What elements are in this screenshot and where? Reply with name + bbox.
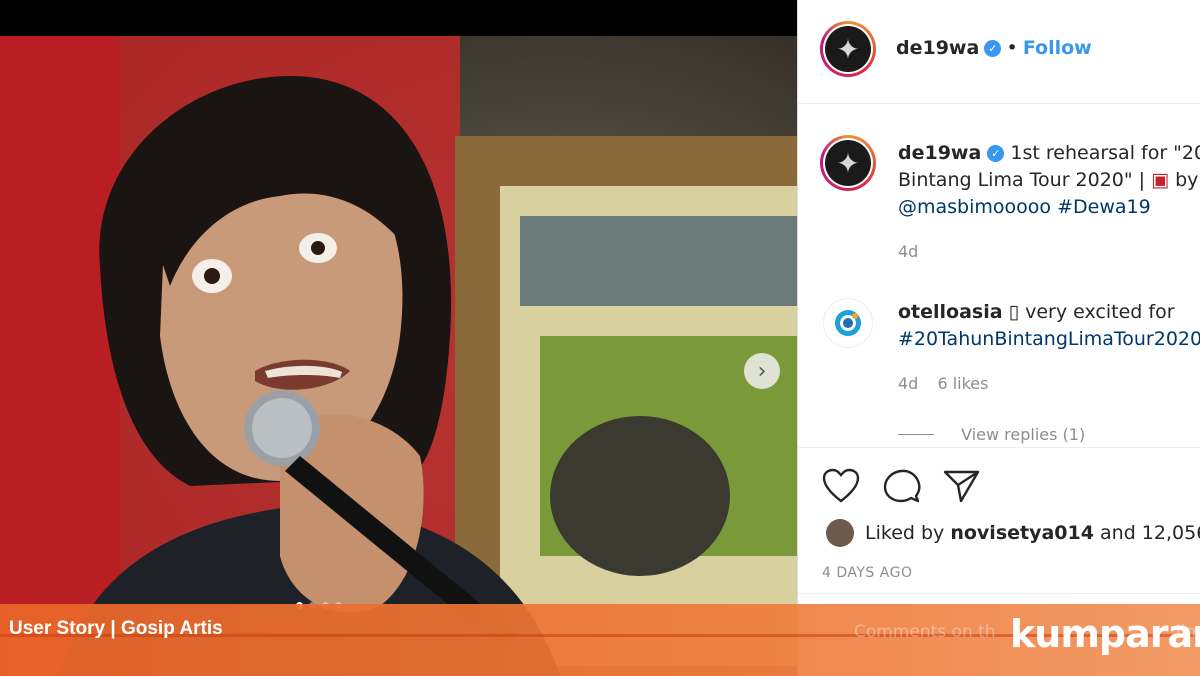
- author-username[interactable]: de19wa: [896, 37, 979, 59]
- star-logo-icon: ✦: [825, 26, 871, 72]
- chevron-right-icon: ›: [757, 358, 767, 384]
- heart-icon: [822, 468, 860, 503]
- post-photo[interactable]: ›: [0, 36, 797, 676]
- caption-mention[interactable]: @masbimooooo: [898, 196, 1051, 218]
- comment-placeholder-tail: lim: [1176, 622, 1200, 642]
- replies-divider: [898, 434, 934, 435]
- liked-by-user[interactable]: novisetya014: [950, 522, 1094, 544]
- caption-text-line1: 1st rehearsal for "20 T: [1010, 142, 1200, 164]
- liker-avatar[interactable]: [826, 519, 854, 547]
- singer-photo-illustration: [0, 36, 797, 676]
- commenter-avatar[interactable]: [823, 298, 873, 348]
- comment-button[interactable]: [883, 468, 921, 508]
- comment-placeholder-text: Comments on th: [854, 622, 996, 642]
- post-side-panel: ✦ de19wa ✓ • Follow ✦ de19wa ✓ 1st rehea…: [797, 0, 1200, 676]
- caption-by: by: [1175, 169, 1199, 191]
- like-button[interactable]: [822, 468, 860, 508]
- liked-by-prefix: Liked by: [865, 522, 945, 544]
- comment-hashtag[interactable]: #20TahunBintangLimaTour2020: [898, 328, 1200, 350]
- banner-title[interactable]: User Story | Gosip Artis: [9, 618, 223, 640]
- site-banner: User Story | Gosip Artis kumparan: [0, 604, 1200, 676]
- caption-hashtag[interactable]: #Dewa19: [1057, 196, 1151, 218]
- star-logo-icon: ✦: [825, 140, 871, 186]
- post-header: ✦ de19wa ✓ • Follow: [798, 0, 1200, 104]
- author-avatar[interactable]: ✦: [820, 21, 876, 77]
- comment-item: otelloasia ▯ very excited for #20TahunBi…: [898, 299, 1200, 353]
- view-replies-label: View replies (1): [961, 425, 1086, 444]
- otello-logo-icon: [835, 310, 861, 336]
- comment-likes[interactable]: 6 likes: [937, 374, 988, 393]
- view-replies[interactable]: View replies (1): [898, 425, 1085, 444]
- caption-time[interactable]: 4d: [898, 242, 918, 261]
- comment-input-placeholder[interactable]: Comments on th lim: [854, 622, 1200, 642]
- photo-top-bar: [0, 0, 797, 36]
- next-photo-button[interactable]: ›: [744, 353, 780, 389]
- liked-by-suffix[interactable]: and 12,056 ot: [1100, 522, 1200, 544]
- share-button[interactable]: [943, 468, 981, 508]
- separator-dot: •: [1006, 37, 1018, 59]
- follow-button[interactable]: Follow: [1023, 37, 1092, 59]
- verified-badge-icon: ✓: [984, 40, 1002, 57]
- caption-username[interactable]: de19wa: [898, 142, 981, 164]
- paper-plane-icon: [943, 470, 980, 503]
- caption-avatar[interactable]: ✦: [820, 135, 876, 191]
- comment-meta: 4d 6 likes: [898, 374, 988, 393]
- verified-badge-icon: ✓: [987, 145, 1005, 162]
- camera-icon: ▣: [1151, 169, 1170, 191]
- comment-text: ▯ very excited for: [1008, 301, 1175, 323]
- caption-text-line2: Bintang Lima Tour 2020" |: [898, 169, 1146, 191]
- post-date[interactable]: 4 DAYS AGO: [822, 565, 912, 581]
- liked-by-line: Liked by novisetya014 and 12,056 ot: [865, 520, 1200, 547]
- post-caption: de19wa ✓ 1st rehearsal for "20 T Bintang…: [898, 140, 1200, 221]
- kumparan-logo[interactable]: kumparan: [1010, 612, 1200, 656]
- comment-time[interactable]: 4d: [898, 374, 918, 393]
- comment-bubble-icon: [883, 469, 921, 503]
- commenter-username[interactable]: otelloasia: [898, 301, 1003, 323]
